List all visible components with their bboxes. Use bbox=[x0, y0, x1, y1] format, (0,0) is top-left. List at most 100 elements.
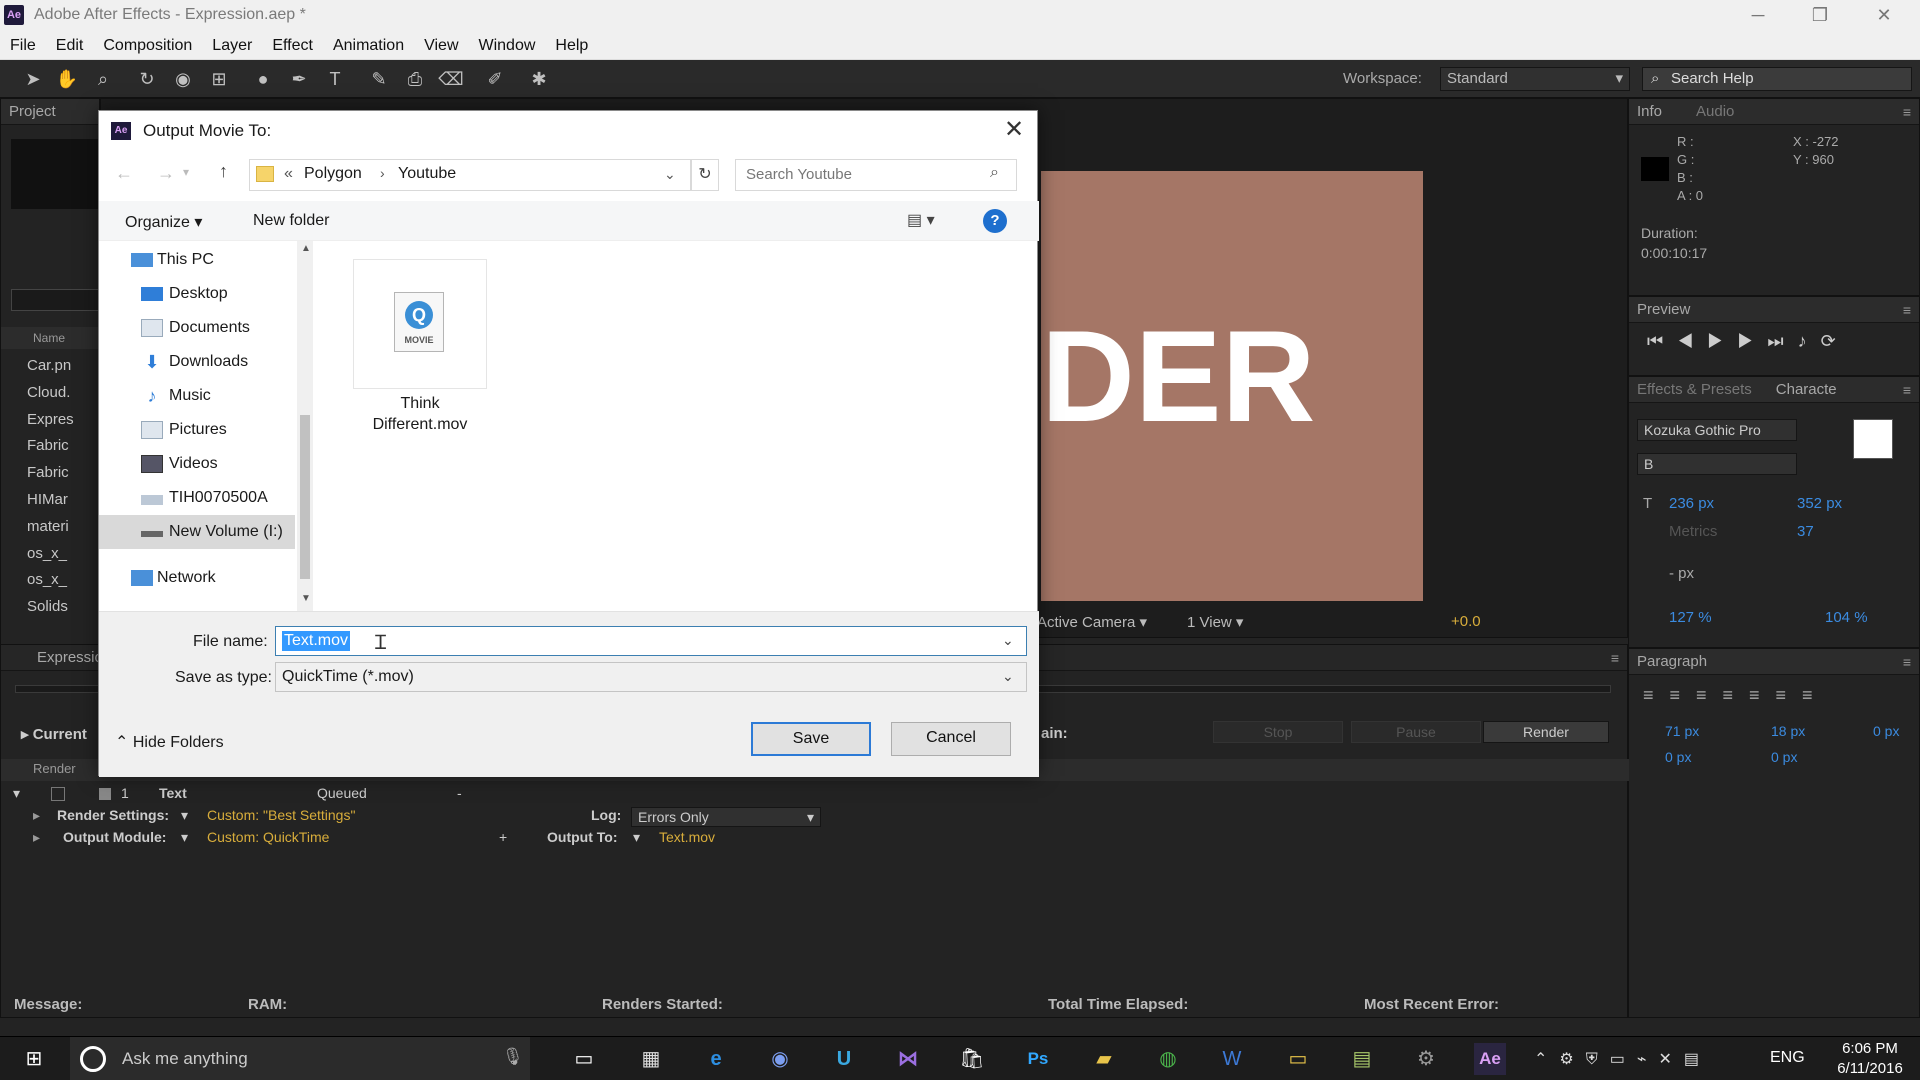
address-dropdown-icon[interactable]: ⌄ bbox=[664, 166, 676, 183]
workspace-select[interactable]: Standard ▾ bbox=[1440, 67, 1630, 91]
project-search-input[interactable] bbox=[11, 289, 101, 311]
output-module-value[interactable]: Custom: QuickTime bbox=[207, 829, 329, 845]
recent-locations-icon[interactable]: ▾ bbox=[183, 165, 189, 179]
project-tab[interactable]: Project bbox=[1, 99, 99, 125]
first-frame-icon[interactable]: ⏮ bbox=[1647, 331, 1677, 351]
log-select[interactable]: Errors Only ▾ bbox=[631, 807, 821, 827]
pause-button[interactable]: Pause bbox=[1351, 721, 1481, 743]
save-button[interactable]: Save bbox=[751, 722, 871, 756]
photoshop-icon[interactable]: Ps bbox=[1022, 1043, 1054, 1075]
expand-icon[interactable]: ▾ bbox=[13, 785, 20, 802]
tab-render-queue[interactable]: Expressio bbox=[37, 649, 103, 666]
clock[interactable]: 6:06 PM 6/11/2016 bbox=[1830, 1039, 1910, 1079]
indent-left-value[interactable]: 71 px bbox=[1665, 723, 1699, 739]
shape-tool-icon[interactable]: ● bbox=[250, 66, 276, 92]
next-frame-icon[interactable]: ▶ bbox=[1737, 331, 1767, 351]
brush-tool-icon[interactable]: ✎ bbox=[366, 66, 392, 92]
menu-layer[interactable]: Layer bbox=[202, 32, 262, 60]
pen-tool-icon[interactable]: ✒ bbox=[286, 66, 312, 92]
project-item[interactable]: Solids bbox=[27, 594, 74, 621]
file-item[interactable]: Q MOVIE bbox=[353, 259, 487, 389]
unreal-app-icon[interactable]: U bbox=[828, 1043, 860, 1075]
panel-menu-icon[interactable]: ≡ bbox=[1903, 649, 1911, 675]
edge-browser-icon[interactable]: e bbox=[700, 1043, 732, 1075]
language-indicator[interactable]: ENG bbox=[1770, 1049, 1805, 1067]
hand-tool-icon[interactable]: ✋ bbox=[54, 66, 80, 92]
file-explorer-icon[interactable]: ▭ bbox=[1282, 1043, 1314, 1075]
tab-effects-presets[interactable]: Effects & Presets bbox=[1637, 381, 1752, 398]
calendar-app-icon[interactable]: ▦ bbox=[635, 1043, 667, 1075]
hide-folders-toggle[interactable]: ⌃ Hide Folders bbox=[115, 732, 224, 752]
panel-menu-icon[interactable]: ≡ bbox=[1611, 645, 1619, 671]
tree-desktop[interactable]: Desktop bbox=[99, 277, 289, 311]
notes-app-icon[interactable]: ▤ bbox=[1346, 1043, 1378, 1075]
rotate-tool-icon[interactable]: ↻ bbox=[134, 66, 160, 92]
project-item[interactable]: materi bbox=[27, 514, 74, 541]
up-icon[interactable]: ↑ bbox=[219, 161, 228, 182]
dropdown-icon[interactable]: ▾ bbox=[633, 829, 640, 846]
restore-button[interactable]: ❐ bbox=[1790, 0, 1850, 32]
panel-menu-icon[interactable]: ≡ bbox=[1903, 297, 1911, 323]
space-after-value[interactable]: 0 px bbox=[1771, 749, 1797, 765]
after-effects-icon[interactable]: Ae bbox=[1474, 1043, 1506, 1075]
play-icon[interactable]: ▶ bbox=[1707, 331, 1737, 351]
expand-icon[interactable]: ▸ bbox=[33, 807, 40, 824]
breadcrumb-polygon[interactable]: Polygon bbox=[304, 165, 362, 183]
tree-music[interactable]: ♪ Music bbox=[99, 379, 289, 413]
horizontal-scale-value[interactable]: 104 % bbox=[1825, 609, 1868, 626]
selection-tool-icon[interactable]: ➤ bbox=[20, 66, 46, 92]
render-checkbox[interactable] bbox=[51, 787, 65, 801]
space-before-value[interactable]: 0 px bbox=[1665, 749, 1691, 765]
menu-help[interactable]: Help bbox=[545, 32, 598, 60]
tree-pictures[interactable]: Pictures bbox=[99, 413, 289, 447]
composition-canvas[interactable]: DER bbox=[1041, 171, 1423, 601]
store-icon[interactable]: 🛍 bbox=[956, 1043, 988, 1075]
tracking-value[interactable]: 37 bbox=[1797, 523, 1814, 540]
save-type-select[interactable]: QuickTime (*.mov) ⌄ bbox=[275, 662, 1027, 692]
dropdown-icon[interactable]: ▾ bbox=[181, 829, 188, 846]
cancel-button[interactable]: Cancel bbox=[891, 722, 1011, 756]
zoom-tool-icon[interactable]: ⌕ bbox=[90, 66, 116, 92]
search-help-field[interactable]: ⌕ Search Help bbox=[1642, 67, 1912, 91]
project-item[interactable]: Fabric bbox=[27, 460, 74, 487]
leading-value[interactable]: 352 px bbox=[1797, 495, 1842, 512]
tab-preview[interactable]: Preview bbox=[1637, 301, 1690, 318]
project-item[interactable]: os_x_ bbox=[27, 541, 74, 568]
tab-character[interactable]: Characte bbox=[1776, 381, 1837, 398]
eraser-tool-icon[interactable]: ⌫ bbox=[438, 66, 464, 92]
tree-this-pc[interactable]: This PC bbox=[99, 243, 289, 277]
tree-new-volume[interactable]: New Volume (I:) bbox=[99, 515, 295, 549]
search-folder-field[interactable]: Search Youtube ⌕ bbox=[735, 159, 1017, 191]
view-layout-select[interactable]: 1 View ▾ bbox=[1187, 613, 1277, 635]
stroke-width-value[interactable]: - px bbox=[1669, 565, 1694, 582]
help-icon[interactable]: ? bbox=[983, 209, 1007, 233]
tab-info[interactable]: Info bbox=[1637, 103, 1662, 120]
indent-right-value[interactable]: 18 px bbox=[1771, 723, 1805, 739]
clone-stamp-tool-icon[interactable]: ⎙ bbox=[402, 66, 428, 92]
minimize-button[interactable]: ─ bbox=[1728, 0, 1788, 32]
vertical-scale-value[interactable]: 127 % bbox=[1669, 609, 1712, 626]
organize-button[interactable]: Organize ▾ bbox=[125, 212, 202, 232]
breadcrumb-overflow[interactable]: « bbox=[284, 165, 293, 183]
font-style-select[interactable]: B bbox=[1637, 453, 1797, 475]
dropdown-icon[interactable]: ▾ bbox=[181, 807, 188, 824]
forward-icon[interactable]: → bbox=[157, 163, 175, 184]
task-view-icon[interactable]: ▭ bbox=[568, 1043, 600, 1075]
project-item[interactable]: Fabric bbox=[27, 433, 74, 460]
render-settings-value[interactable]: Custom: "Best Settings" bbox=[207, 807, 355, 823]
project-item[interactable]: Expres bbox=[27, 407, 74, 434]
tree-drive-c[interactable]: TIH0070500A (C: bbox=[99, 481, 289, 540]
project-item[interactable]: HIMar bbox=[27, 487, 74, 514]
file-name-input[interactable]: Text.mov ⌄ bbox=[275, 626, 1027, 656]
output-to-value[interactable]: Text.mov bbox=[659, 829, 715, 845]
tree-documents[interactable]: Documents bbox=[99, 311, 289, 345]
label-color[interactable] bbox=[99, 788, 111, 800]
type-tool-icon[interactable]: T bbox=[322, 66, 348, 92]
tree-network[interactable]: Network bbox=[99, 561, 289, 595]
address-bar[interactable]: « Polygon › Youtube ⌄ bbox=[249, 159, 691, 191]
menu-edit[interactable]: Edit bbox=[46, 32, 94, 60]
back-icon[interactable]: ← bbox=[115, 163, 133, 184]
scroll-up-icon[interactable]: ▲ bbox=[301, 243, 311, 254]
tree-videos[interactable]: Videos bbox=[99, 447, 289, 481]
exposure-value[interactable]: +0.0 bbox=[1451, 613, 1481, 630]
